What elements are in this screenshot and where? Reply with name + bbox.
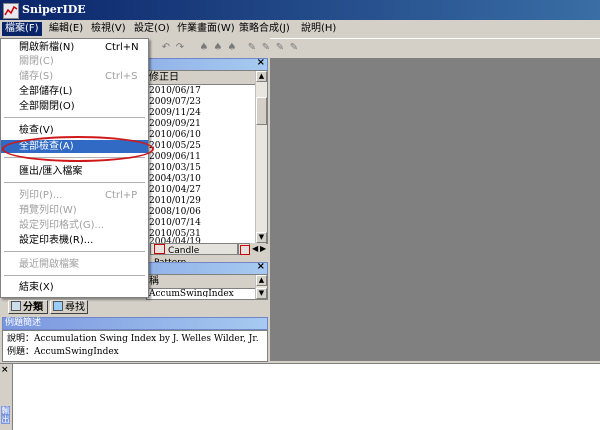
vertical-scrollbar[interactable]: ▲ ▼ <box>255 275 267 299</box>
list-item[interactable]: 2009/09/21 <box>149 119 201 129</box>
column-header-modified[interactable]: 修正日 <box>147 71 267 85</box>
redo-icon[interactable]: ↷ <box>174 42 186 53</box>
menu-separator <box>4 275 145 276</box>
menu-separator <box>4 117 145 118</box>
bookmark-next-icon[interactable]: ✎ <box>260 42 272 53</box>
example-row: 例題：AccumSwingIndex <box>7 347 119 357</box>
category-icon <box>11 301 21 311</box>
close-icon[interactable]: × <box>257 57 265 68</box>
scroll-up-icon[interactable]: ▲ <box>256 275 267 286</box>
output-side-label: 輸出 <box>1 406 10 424</box>
menu-item-print-preview[interactable]: 預覽列印(W) <box>1 204 148 217</box>
column-header-name[interactable]: 稱 <box>147 275 267 289</box>
bookmark-prev-icon[interactable]: ✎ <box>274 42 286 53</box>
list-item[interactable]: 2009/06/11 <box>149 152 201 162</box>
menu-item-new[interactable]: 開啟新檔(N) Ctrl+N <box>1 41 148 54</box>
example-panel: 說明：Accumulation Swing Index by J. Welles… <box>2 330 268 362</box>
list-item[interactable]: 2010/06/10 <box>149 130 201 140</box>
output-side-bar: × 輸出 <box>0 364 13 430</box>
list-item[interactable]: 2010/07/14 <box>149 218 201 228</box>
menu-strategy[interactable]: 策略合成(J) <box>236 22 293 36</box>
menu-item-save-all[interactable]: 全部儲存(L) <box>1 85 148 98</box>
find-icon[interactable]: ♠ <box>198 42 210 53</box>
date-list: 修正日 2010/06/17 2009/07/23 2009/11/24 200… <box>146 70 268 244</box>
close-icon[interactable]: × <box>1 365 9 375</box>
bookmark-icon[interactable]: ✎ <box>246 42 258 53</box>
scroll-down-icon[interactable]: ▼ <box>256 288 267 299</box>
menu-bar: 檔案(F) 編輯(E) 檢視(V) 設定(O) 作業畫面(W) 策略合成(J) … <box>0 20 600 39</box>
tab-icon <box>240 245 250 255</box>
close-icon[interactable]: × <box>257 261 265 272</box>
find-next-icon[interactable]: ♠ <box>212 42 224 53</box>
list-item[interactable]: AccumSwingIndex <box>149 289 234 297</box>
search-icon <box>53 301 63 311</box>
list-item[interactable]: 2010/03/15 <box>149 163 201 173</box>
output-panel: × 輸出 <box>0 363 600 430</box>
menu-edit[interactable]: 編輯(E) <box>46 22 86 36</box>
menu-item-print-format[interactable]: 設定列印格式(G)... <box>1 219 148 232</box>
file-menu: 開啟新檔(N) Ctrl+N 關閉(C) 儲存(S) Ctrl+S 全部儲存(L) … <box>0 38 149 298</box>
description-row: 說明：Accumulation Swing Index by J. Welles… <box>7 334 259 344</box>
menu-item-close[interactable]: 關閉(C) <box>1 55 148 68</box>
tab-scroll-left-icon[interactable]: ◀ <box>252 244 258 253</box>
menu-item-printer-setup[interactable]: 設定印表機(R)... <box>1 234 148 247</box>
undo-icon[interactable]: ↶ <box>160 42 172 53</box>
menu-item-export-import[interactable]: 匯出/匯入檔案 <box>1 165 148 178</box>
scroll-up-icon[interactable]: ▲ <box>256 71 267 82</box>
list-item[interactable]: 2010/01/29 <box>149 196 201 206</box>
list-item[interactable]: 2010/04/27 <box>149 185 201 195</box>
replace-icon[interactable]: ♠ <box>226 42 238 53</box>
menu-view[interactable]: 檢視(V) <box>88 22 129 36</box>
pattern-tabbar: Candle Pattern ◀ ▶ <box>146 243 266 268</box>
menu-item-close-all[interactable]: 全部關閉(O) <box>1 100 148 113</box>
menu-item-save[interactable]: 儲存(S) Ctrl+S <box>1 70 148 83</box>
list-item[interactable]: 2010/05/25 <box>149 141 201 151</box>
menu-item-recent-files[interactable]: 最近開啟檔案 <box>1 258 148 271</box>
tab-search[interactable]: 尋找 <box>50 300 88 314</box>
tab-candle-pattern[interactable]: Candle Pattern <box>150 243 238 268</box>
highlight-annotation <box>2 136 154 162</box>
candle-icon <box>154 244 165 254</box>
menu-separator <box>4 182 145 183</box>
vertical-scrollbar[interactable]: ▲ ▼ <box>255 71 267 243</box>
menu-settings[interactable]: 設定(O) <box>131 22 173 36</box>
menu-workspace[interactable]: 作業畫面(W) <box>174 22 238 36</box>
example-panel-header: 例題簡述 <box>2 317 268 330</box>
scroll-down-icon[interactable]: ▼ <box>256 232 267 243</box>
list-item[interactable]: 2009/07/23 <box>149 97 201 107</box>
list-item[interactable]: 2010/06/17 <box>149 86 201 96</box>
tab-scroll-right-icon[interactable]: ▶ <box>260 244 266 253</box>
tab-next[interactable] <box>238 243 250 255</box>
menu-separator <box>4 251 145 252</box>
workspace-area <box>270 58 600 361</box>
list-item[interactable]: 2009/11/24 <box>149 108 201 118</box>
menu-file[interactable]: 檔案(F) <box>2 22 42 36</box>
menu-help[interactable]: 說明(H) <box>298 22 339 36</box>
list-item[interactable]: 2008/10/06 <box>149 207 201 217</box>
menu-item-exit[interactable]: 結束(X) <box>1 281 148 294</box>
list-item[interactable]: 2004/03/10 <box>149 174 201 184</box>
app-icon <box>3 3 19 19</box>
bookmark-clear-icon[interactable]: ✎ <box>288 42 300 53</box>
title-bar: SniperIDE <box>0 0 600 20</box>
tab-category[interactable]: 分類 <box>8 300 48 314</box>
menu-item-print[interactable]: 列印(P)... Ctrl+P <box>1 189 148 202</box>
name-list: 稱 AccumSwingIndex ▲ ▼ <box>146 274 268 300</box>
window-title: SniperIDE <box>22 3 86 16</box>
scroll-thumb[interactable] <box>256 97 267 125</box>
